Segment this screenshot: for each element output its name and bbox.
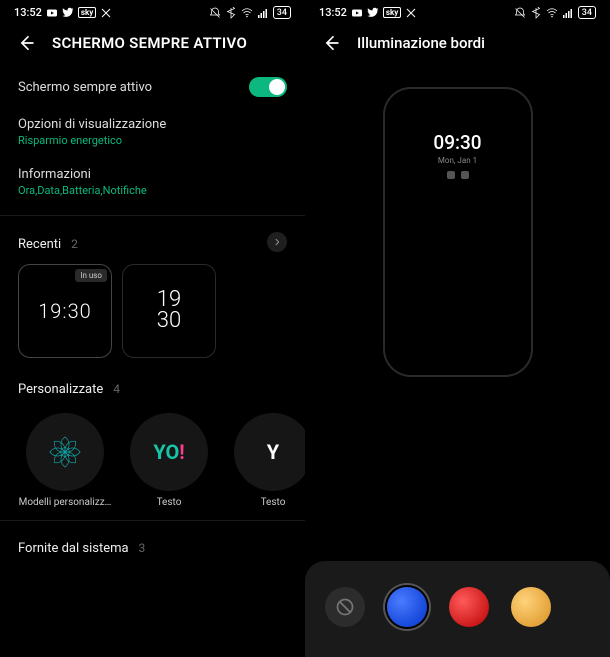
yo-icon: YO! xyxy=(153,440,184,464)
color-option-blue[interactable] xyxy=(387,587,427,627)
phone-preview: 09:30 Mon, Jan 1 xyxy=(383,87,533,377)
section-recents[interactable]: Recenti 2 xyxy=(0,224,305,260)
toggle-switch[interactable] xyxy=(249,77,287,97)
status-bar: 13:52 sky 34 xyxy=(0,0,305,23)
app-icon xyxy=(405,7,417,19)
row-info[interactable]: Informazioni Ora,Data,Batteria,Notifiche xyxy=(0,157,305,207)
wifi-icon xyxy=(546,7,558,19)
page-title: Illuminazione bordi xyxy=(357,34,485,52)
section-custom: Personalizzate 4 xyxy=(0,370,305,405)
mandala-icon xyxy=(38,425,92,479)
screen-always-on: 13:52 sky 34 SCHERMO SEMPRE ATTIVO Scher… xyxy=(0,0,305,657)
custom-item-label: Modelli personalizz… xyxy=(19,497,112,508)
none-icon xyxy=(335,597,355,617)
clock-preview: 19:30 xyxy=(38,299,92,323)
info-label: Informazioni xyxy=(18,167,287,182)
recent-thumb-1[interactable]: In uso 19:30 xyxy=(18,264,112,358)
wifi-icon xyxy=(241,7,253,19)
preview-date: Mon, Jan 1 xyxy=(438,156,477,165)
custom-row: Modelli personalizz… YO! Testo Y Testo xyxy=(0,405,305,512)
info-sub: Ora,Data,Batteria,Notifiche xyxy=(18,184,287,197)
twitter-icon xyxy=(367,7,379,19)
twitter-icon xyxy=(62,7,74,19)
custom-label: Personalizzate xyxy=(18,382,103,397)
mute-icon xyxy=(514,7,526,19)
custom-item-text-1[interactable]: YO! Testo xyxy=(122,413,216,508)
youtube-icon xyxy=(46,7,58,19)
yo-icon: Y xyxy=(267,440,279,464)
app-icon xyxy=(100,7,112,19)
custom-item-label: Testo xyxy=(157,497,182,508)
system-label: Fornite dal sistema xyxy=(18,541,129,556)
header: SCHERMO SEMPRE ATTIVO xyxy=(0,23,305,67)
battery-indicator: 34 xyxy=(273,6,291,19)
toggle-label: Schermo sempre attivo xyxy=(18,80,152,95)
status-time: 13:52 xyxy=(319,6,347,19)
in-use-badge: In uso xyxy=(75,269,107,282)
row-always-on-toggle[interactable]: Schermo sempre attivo xyxy=(0,67,305,107)
color-picker-sheet xyxy=(305,561,610,657)
chevron-right-icon[interactable] xyxy=(267,232,287,252)
recents-count: 2 xyxy=(71,237,78,251)
color-option-gold[interactable] xyxy=(511,587,551,627)
divider xyxy=(0,520,305,521)
preview-notif-icons xyxy=(447,171,469,179)
back-icon[interactable] xyxy=(16,33,36,53)
recents-row: In uso 19:30 19 30 xyxy=(0,260,305,370)
custom-count: 4 xyxy=(113,382,120,396)
battery-indicator: 34 xyxy=(578,6,596,19)
status-time: 13:52 xyxy=(14,6,42,19)
custom-item-text-2[interactable]: Y Testo xyxy=(226,413,305,508)
recent-thumb-2[interactable]: 19 30 xyxy=(122,264,216,358)
status-bar: 13:52 sky 34 xyxy=(305,0,610,23)
custom-item-label: Testo xyxy=(261,497,286,508)
section-system: Fornite dal sistema 3 xyxy=(0,529,305,556)
sky-icon: sky xyxy=(78,7,96,18)
color-option-red[interactable] xyxy=(449,587,489,627)
bluetooth-icon xyxy=(225,7,237,19)
signal-icon xyxy=(562,7,574,19)
system-count: 3 xyxy=(139,541,146,555)
display-options-label: Opzioni di visualizzazione xyxy=(18,117,287,132)
mute-icon xyxy=(209,7,221,19)
sky-icon: sky xyxy=(383,7,401,18)
page-title: SCHERMO SEMPRE ATTIVO xyxy=(52,34,247,52)
clock-preview: 19 30 xyxy=(157,290,181,332)
custom-item-patterns[interactable]: Modelli personalizz… xyxy=(18,413,112,508)
color-option-none[interactable] xyxy=(325,587,365,627)
back-icon[interactable] xyxy=(321,33,341,53)
display-options-sub: Risparmio energetico xyxy=(18,134,287,147)
screen-edge-lighting: 13:52 sky 34 Illuminazione bordi 09:30 M… xyxy=(305,0,610,657)
recents-label: Recenti xyxy=(18,237,61,252)
row-display-options[interactable]: Opzioni di visualizzazione Risparmio ene… xyxy=(0,107,305,157)
youtube-icon xyxy=(351,7,363,19)
preview-clock: 09:30 xyxy=(433,131,481,154)
signal-icon xyxy=(257,7,269,19)
header: Illuminazione bordi xyxy=(305,23,610,67)
bluetooth-icon xyxy=(530,7,542,19)
divider xyxy=(0,215,305,216)
